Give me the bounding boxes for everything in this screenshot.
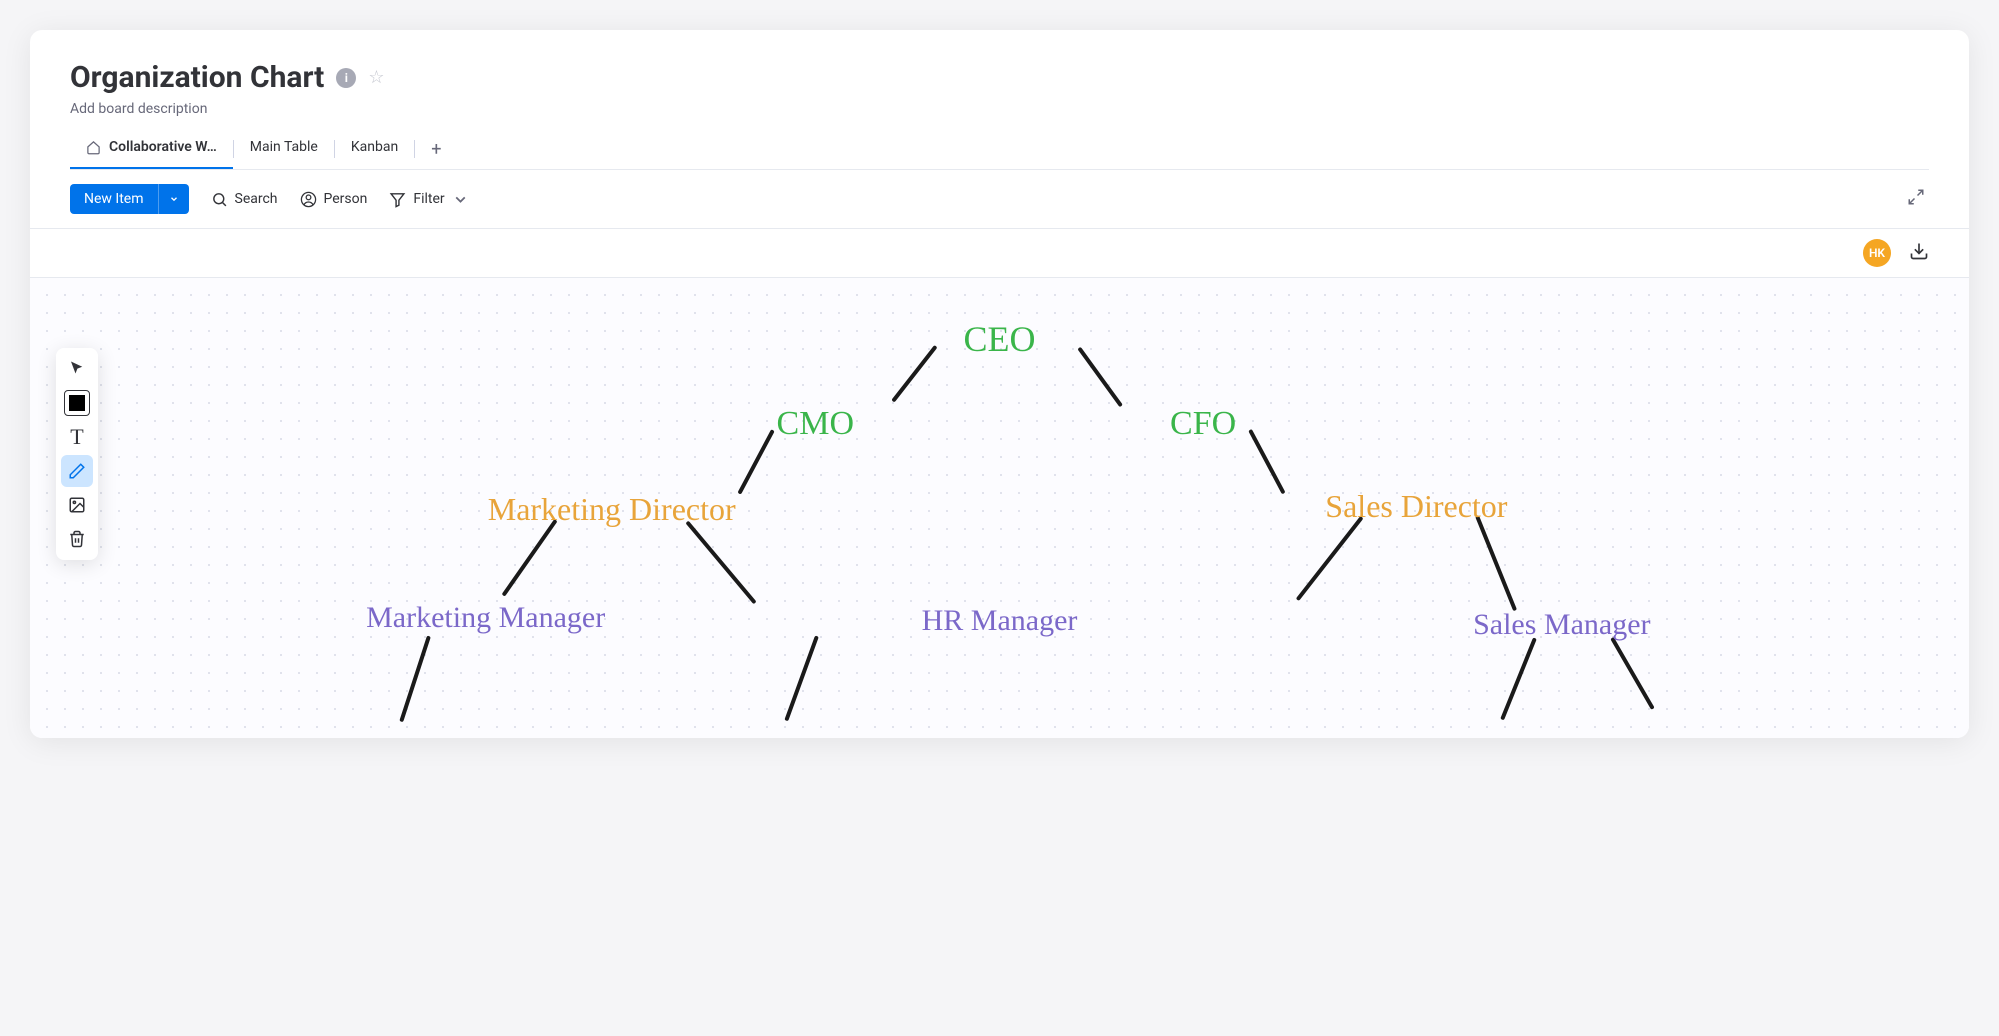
pencil-icon [68, 462, 86, 480]
tab-label: Main Table [250, 139, 318, 155]
hand-drawn-line [1248, 429, 1285, 494]
action-bar: New Item Search Person Filter [30, 170, 1969, 229]
chevron-down-icon [169, 194, 179, 204]
hand-drawn-line [891, 345, 937, 402]
new-item-label[interactable]: New Item [70, 184, 158, 214]
org-node[interactable]: CMO [777, 405, 854, 443]
pencil-tool[interactable] [61, 455, 93, 487]
image-tool[interactable] [61, 489, 93, 521]
image-icon [68, 496, 86, 514]
trash-icon [68, 530, 86, 548]
org-node[interactable]: Sales Manager [1473, 608, 1650, 642]
expand-icon [1907, 188, 1925, 206]
org-chart-layer: CEO CMO CFO Marketing Director Sales Directo… [30, 278, 1969, 738]
page-title: Organization Chart [70, 60, 324, 95]
hand-drawn-line [1296, 516, 1363, 601]
action-label: Search [235, 191, 278, 207]
org-node[interactable]: Marketing Director [488, 491, 736, 528]
hand-drawn-line [1611, 637, 1655, 710]
favorite-star-icon[interactable]: ☆ [368, 69, 384, 87]
search-icon [211, 191, 228, 208]
org-node[interactable]: CFO [1170, 405, 1236, 443]
whiteboard-canvas[interactable]: T CEO CMO CFO Marketing Director Sales Direc… [30, 278, 1969, 738]
tab-collaborative[interactable]: Collaborative W… [70, 129, 233, 169]
org-node[interactable]: HR Manager [922, 604, 1078, 638]
new-item-caret[interactable] [158, 184, 189, 214]
chevron-down-icon [452, 191, 469, 208]
canvas-header-bar: HK [30, 229, 1969, 278]
tabs-bar: Collaborative W… Main Table Kanban + [70, 129, 1929, 170]
org-node[interactable]: Sales Director [1325, 488, 1507, 525]
fullscreen-button[interactable] [1903, 184, 1929, 214]
drawing-toolbox: T [56, 348, 98, 560]
filter-icon [389, 191, 406, 208]
text-tool[interactable]: T [61, 421, 93, 453]
text-icon: T [70, 424, 83, 450]
org-node[interactable]: CEO [964, 318, 1036, 360]
search-button[interactable]: Search [211, 191, 278, 208]
org-node[interactable]: Marketing Manager [366, 601, 605, 635]
hand-drawn-line [1500, 637, 1536, 720]
select-tool[interactable] [61, 353, 93, 385]
tab-label: Kanban [351, 139, 398, 155]
add-tab-button[interactable]: + [415, 139, 457, 160]
hand-drawn-line [785, 635, 819, 721]
download-icon [1909, 241, 1929, 261]
home-icon [86, 140, 101, 155]
header: Organization Chart i ☆ Add board descrip… [30, 30, 1969, 170]
hand-drawn-line [737, 429, 774, 494]
tab-main-table[interactable]: Main Table [234, 129, 334, 169]
download-button[interactable] [1909, 241, 1929, 265]
hand-drawn-line [501, 519, 557, 596]
board-card: Organization Chart i ☆ Add board descrip… [30, 30, 1969, 738]
hand-drawn-line [686, 521, 757, 604]
shape-tool[interactable] [64, 390, 90, 416]
tab-label: Collaborative W… [109, 139, 217, 155]
action-label: Person [324, 191, 368, 207]
new-item-button[interactable]: New Item [70, 184, 189, 214]
hand-drawn-line [1475, 515, 1516, 611]
square-fill-icon [69, 395, 85, 411]
info-icon[interactable]: i [336, 68, 356, 88]
person-icon [300, 191, 317, 208]
action-label: Filter [413, 191, 444, 207]
person-button[interactable]: Person [300, 191, 368, 208]
board-description[interactable]: Add board description [70, 101, 1929, 117]
tab-kanban[interactable]: Kanban [335, 129, 414, 169]
hand-drawn-line [1077, 347, 1122, 407]
user-avatar[interactable]: HK [1863, 239, 1891, 267]
cursor-icon [68, 360, 86, 378]
hand-drawn-line [400, 635, 431, 722]
delete-tool[interactable] [61, 523, 93, 555]
filter-button[interactable]: Filter [389, 191, 468, 208]
title-row: Organization Chart i ☆ [70, 60, 1929, 95]
